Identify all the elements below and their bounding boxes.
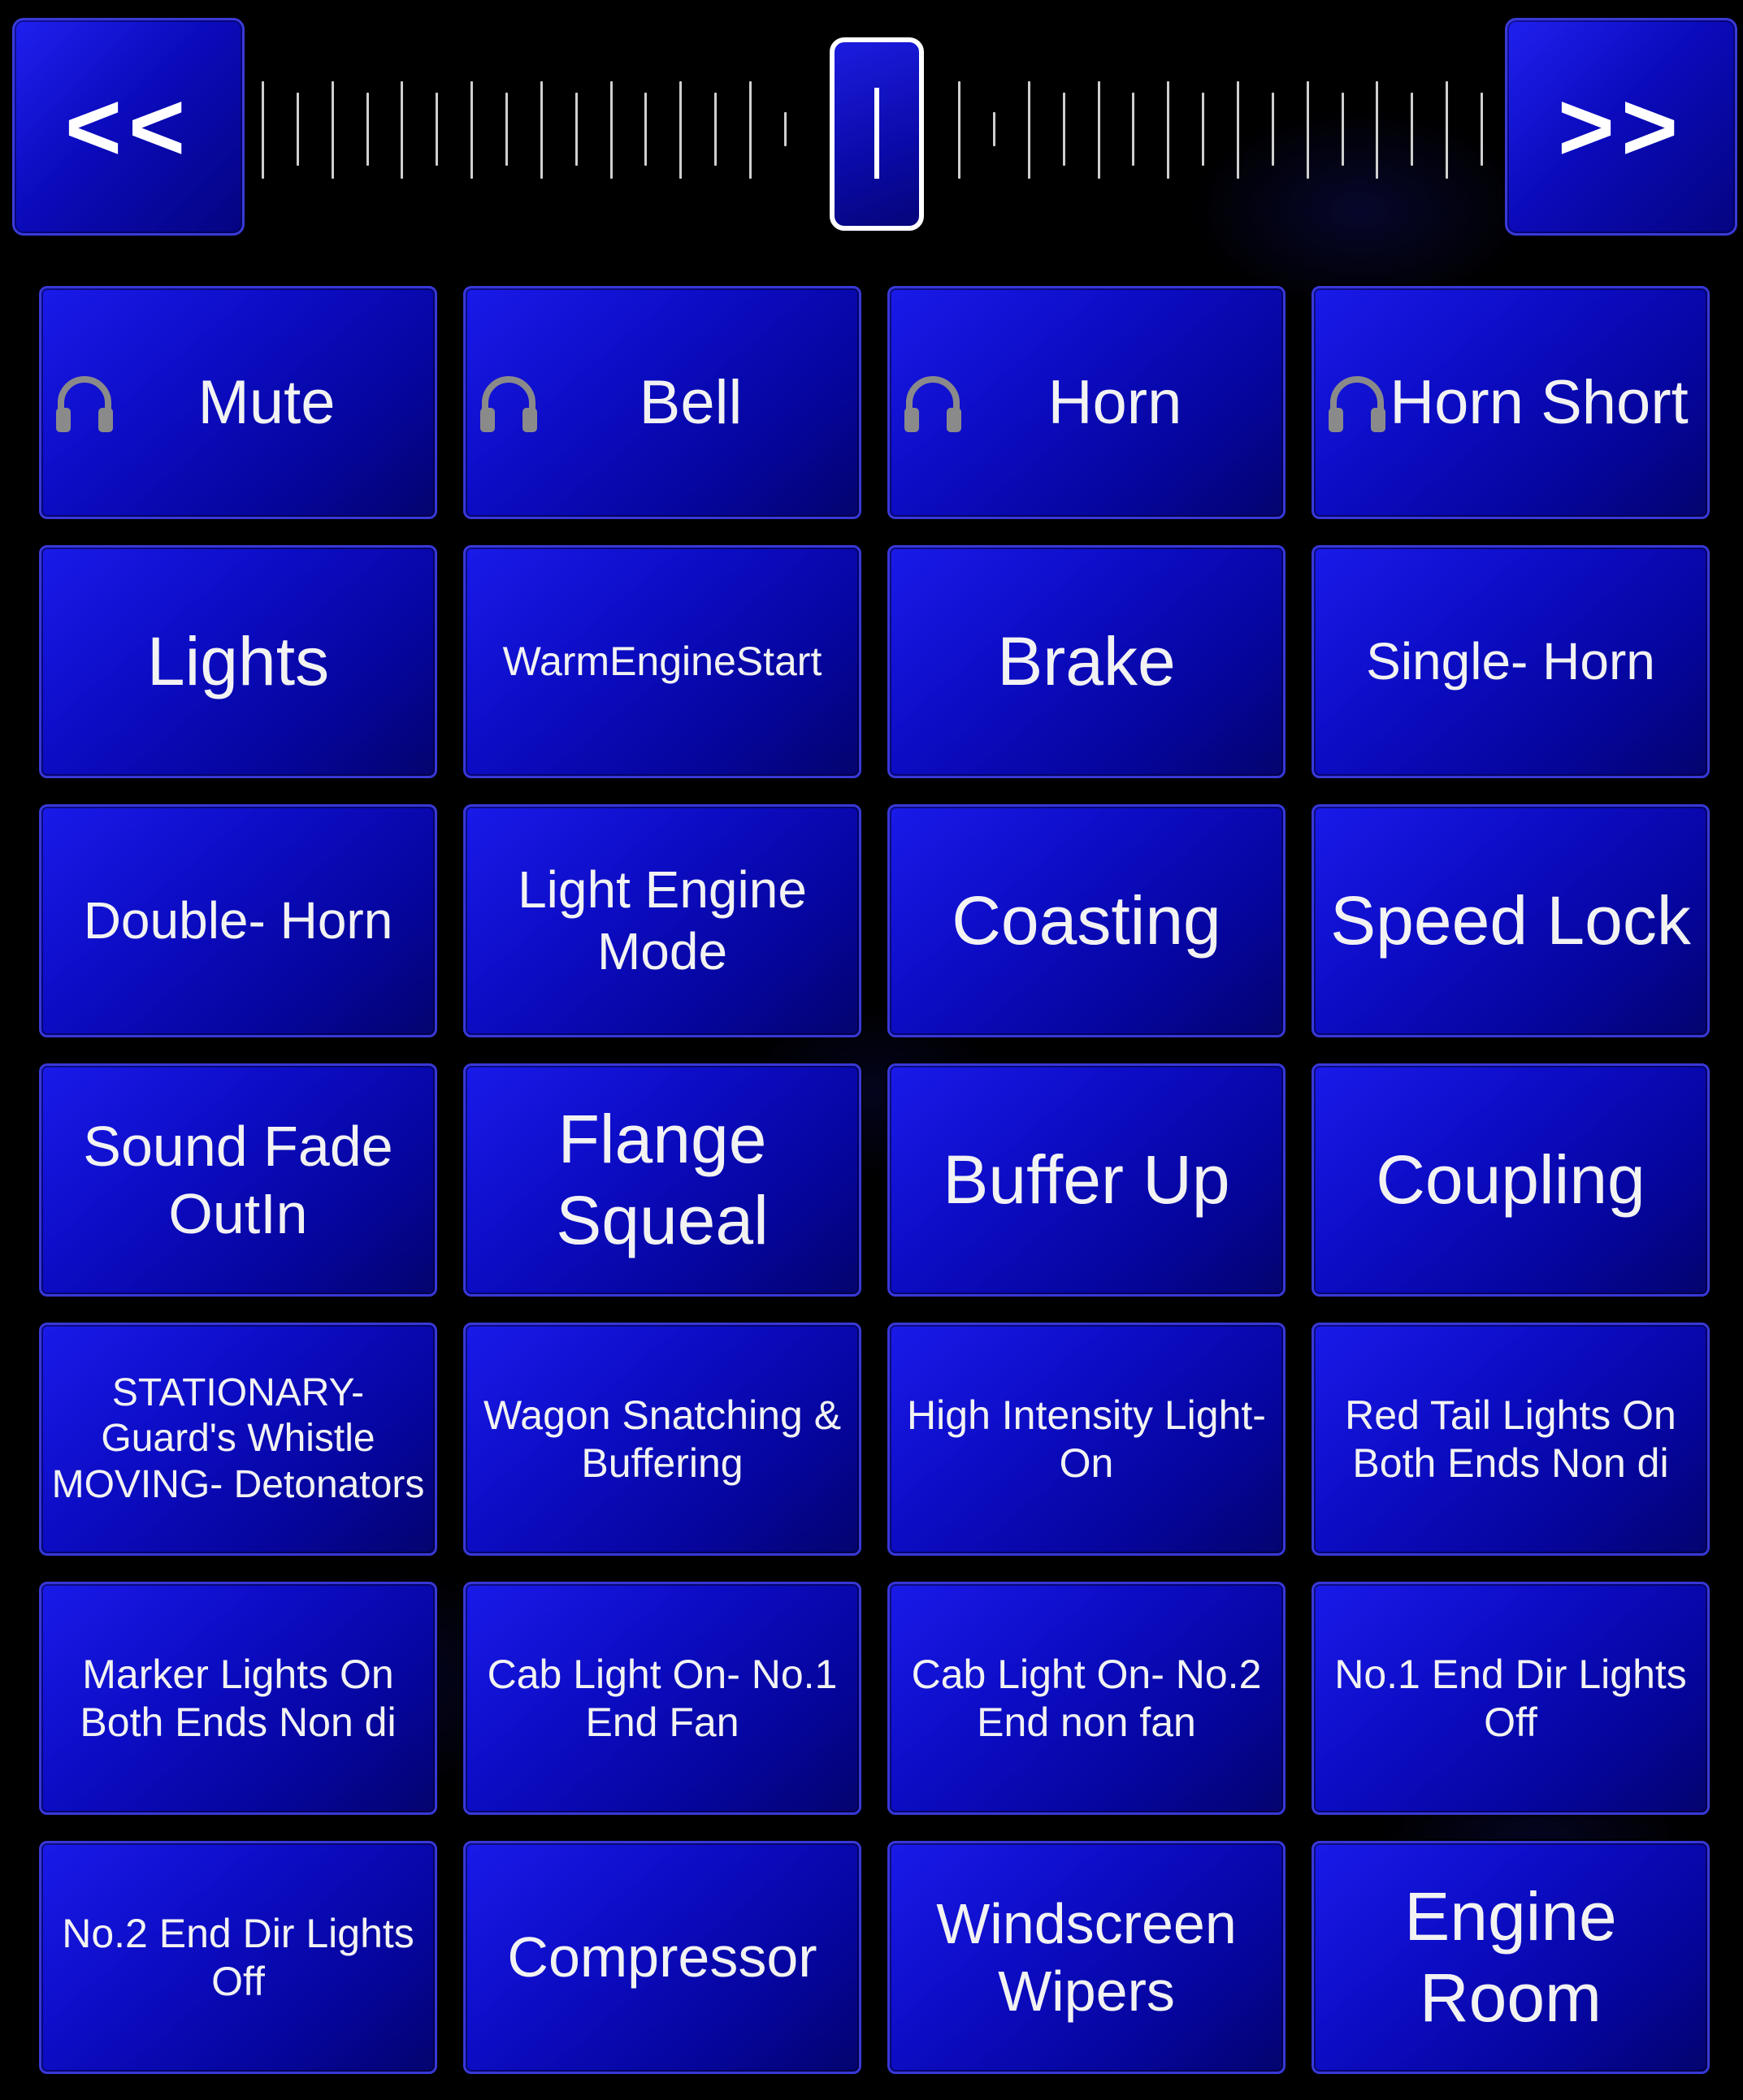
wagon-snatching-button[interactable]: Wagon Snatching & Buffering (463, 1323, 861, 1556)
horn-button[interactable]: Horn (887, 286, 1286, 519)
windscreen-wipers-button[interactable]: Windscreen Wipers (887, 1841, 1286, 2074)
speed-lock-button[interactable]: Speed Lock (1312, 804, 1710, 1037)
slider-tick (1342, 93, 1344, 166)
slider-tick (993, 112, 995, 146)
speed-slider-thumb[interactable] (830, 37, 924, 231)
coasting-button[interactable]: Coasting (887, 804, 1286, 1037)
slider-tick (575, 93, 578, 166)
slider-tick (749, 81, 752, 179)
button-label: Coupling (1376, 1141, 1645, 1218)
engine-room-button[interactable]: Engine Room (1312, 1841, 1710, 2074)
sound-fade-button[interactable]: Sound Fade OutIn (39, 1063, 437, 1297)
headphones-icon (480, 375, 537, 432)
buffer-up-button[interactable]: Buffer Up (887, 1063, 1286, 1297)
slider-tick (1167, 81, 1169, 179)
high-intensity-light-button[interactable]: High Intensity Light- On (887, 1323, 1286, 1556)
button-label: Engine Room (1404, 1878, 1617, 2036)
mute-button[interactable]: Mute (39, 286, 437, 519)
guards-whistle-detonators-button[interactable]: STATIONARY- Guard's Whistle MOVING- Deto… (39, 1323, 437, 1556)
button-label: Flange Squeal (556, 1101, 769, 1258)
slider-tick (1446, 81, 1448, 179)
button-label: Speed Lock (1330, 881, 1691, 959)
slider-tick (297, 93, 299, 166)
headphones-icon (56, 375, 113, 432)
bell-button[interactable]: Bell (463, 286, 861, 519)
slider-tick (1028, 81, 1030, 179)
button-label: High Intensity Light- On (907, 1392, 1266, 1486)
marker-lights-button[interactable]: Marker Lights On Both Ends Non di (39, 1582, 437, 1815)
button-label: Marker Lights On Both Ends Non di (80, 1651, 397, 1745)
brake-button[interactable]: Brake (887, 545, 1286, 778)
button-label: Sound Fade OutIn (83, 1114, 393, 1245)
previous-page-button[interactable]: << (12, 18, 245, 236)
slider-tick (1063, 93, 1065, 166)
button-label: Windscreen Wipers (936, 1891, 1237, 2023)
slider-tick (332, 81, 334, 179)
slider-tick (401, 81, 403, 179)
horn-short-button[interactable]: Horn Short (1312, 286, 1710, 519)
slider-tick (1237, 81, 1239, 179)
double-horn-button[interactable]: Double- Horn (39, 804, 437, 1037)
slider-tick (1202, 93, 1204, 166)
warm-engine-start-button[interactable]: WarmEngineStart (463, 545, 861, 778)
headphones-icon (904, 375, 961, 432)
next-page-button[interactable]: >> (1505, 18, 1737, 236)
no2-dir-lights-off-button[interactable]: No.2 End Dir Lights Off (39, 1841, 437, 2074)
slider-tick (505, 93, 508, 166)
slider-tick (958, 81, 960, 179)
slider-tick (1272, 93, 1274, 166)
function-button-grid: Mute Bell Horn Horn Short Lights WarmEng… (39, 286, 1713, 2074)
slider-tick (784, 112, 787, 146)
coupling-button[interactable]: Coupling (1312, 1063, 1710, 1297)
button-label: Red Tail Lights On Both Ends Non di (1345, 1392, 1676, 1486)
slider-tick (540, 81, 543, 179)
button-label: Cab Light On- No.2 End non fan (911, 1651, 1262, 1745)
button-label: Wagon Snatching & Buffering (483, 1392, 842, 1486)
flange-squeal-button[interactable]: Flange Squeal (463, 1063, 861, 1297)
button-label: Compressor (507, 1925, 817, 1990)
button-label: Single- Horn (1366, 631, 1655, 691)
button-label: No.1 End Dir Lights Off (1334, 1651, 1687, 1745)
single-horn-button[interactable]: Single- Horn (1312, 545, 1710, 778)
button-label: Brake (997, 622, 1176, 699)
slider-tick (470, 81, 473, 179)
headphones-icon (1329, 375, 1385, 432)
slider-tick (610, 81, 613, 179)
cab-light-no1-button[interactable]: Cab Light On- No.1 End Fan (463, 1582, 861, 1815)
slider-tick (366, 93, 369, 166)
red-tail-lights-button[interactable]: Red Tail Lights On Both Ends Non di (1312, 1323, 1710, 1556)
lights-button[interactable]: Lights (39, 545, 437, 778)
slider-tick (1132, 93, 1134, 166)
throttle-bar: << >> (0, 0, 1743, 260)
button-label: Lights (146, 622, 330, 699)
slider-tick (436, 93, 438, 166)
button-label: STATIONARY- Guard's Whistle MOVING- Deto… (51, 1370, 425, 1506)
no1-dir-lights-off-button[interactable]: No.1 End Dir Lights Off (1312, 1582, 1710, 1815)
button-label: Buffer Up (943, 1141, 1230, 1218)
button-label: No.2 End Dir Lights Off (62, 1910, 414, 2004)
button-label: Double- Horn (83, 890, 393, 950)
slider-tick (644, 93, 647, 166)
button-label: Cab Light On- No.1 End Fan (487, 1651, 838, 1745)
compressor-button[interactable]: Compressor (463, 1841, 861, 2074)
slider-tick (1411, 93, 1413, 166)
button-label: Coasting (952, 881, 1221, 959)
slider-tick (1307, 81, 1309, 179)
slider-tick (262, 81, 264, 179)
button-label: Light Engine Mode (518, 859, 807, 981)
light-engine-mode-button[interactable]: Light Engine Mode (463, 804, 861, 1037)
button-label: WarmEngineStart (502, 639, 822, 684)
slider-tick (1376, 81, 1378, 179)
slider-tick (1481, 93, 1483, 166)
cab-light-no2-button[interactable]: Cab Light On- No.2 End non fan (887, 1582, 1286, 1815)
slider-tick (714, 93, 717, 166)
slider-tick (1098, 81, 1100, 179)
slider-tick (679, 81, 682, 179)
